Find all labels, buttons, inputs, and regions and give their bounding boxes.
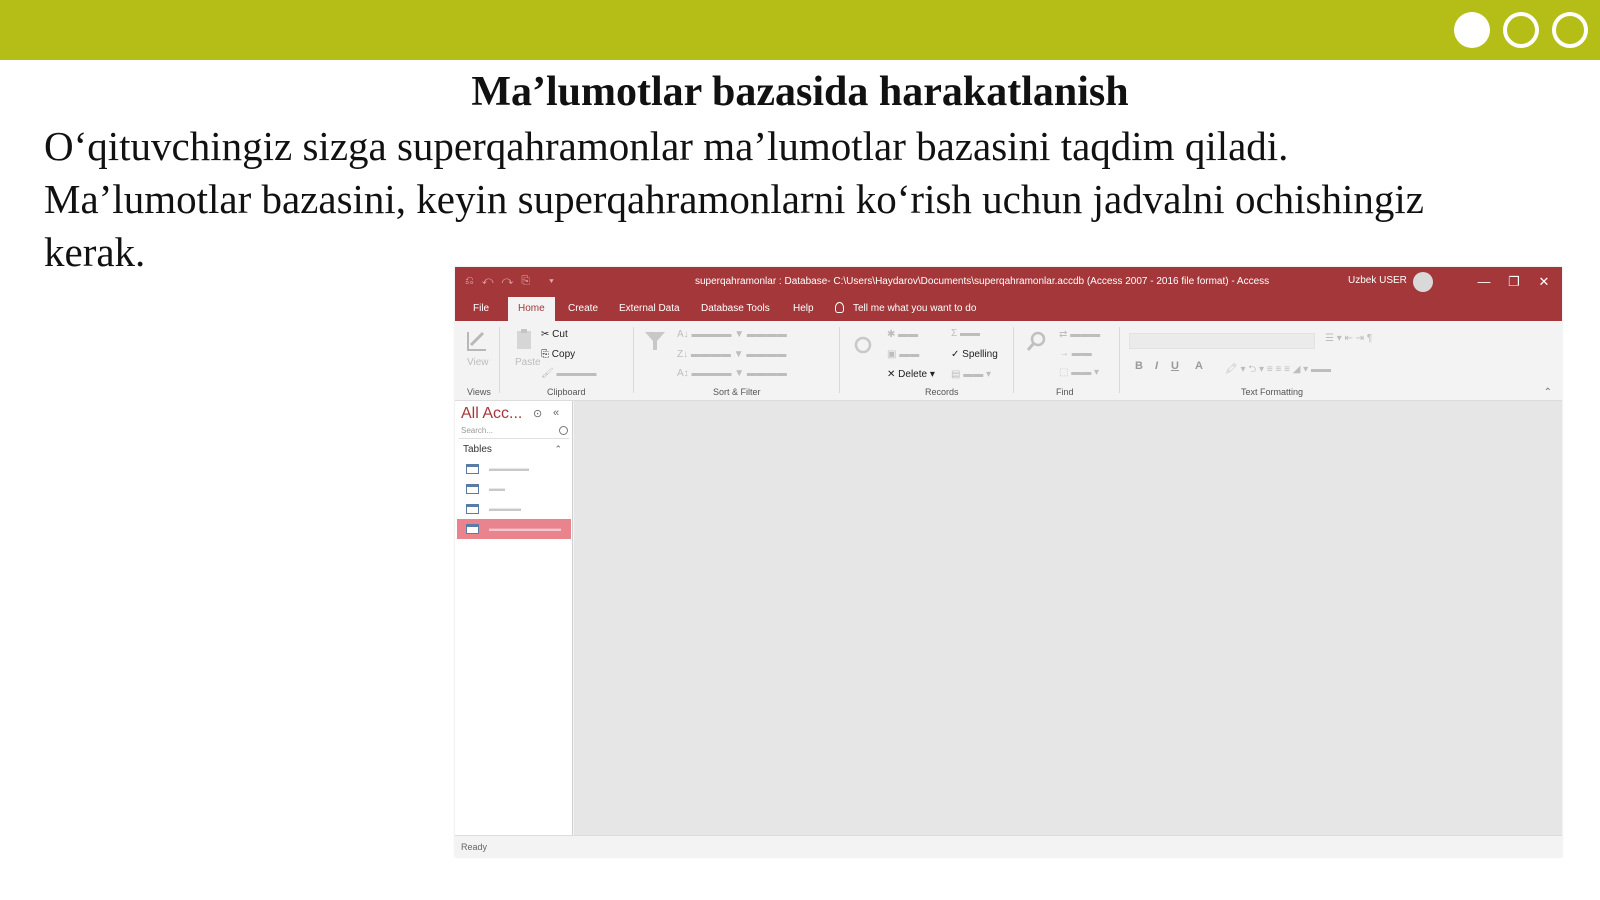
slide-indicator-dot-filled bbox=[1454, 12, 1490, 48]
chevron-up-icon[interactable]: ⌃ bbox=[554, 444, 562, 455]
save-record-button[interactable]: ▣ ▬▬ bbox=[887, 349, 919, 360]
table-icon bbox=[466, 504, 479, 514]
group-separator bbox=[1119, 327, 1120, 393]
copy-icon: ⎘ bbox=[541, 349, 549, 360]
copy-button[interactable]: ⎘ Copy bbox=[541, 349, 575, 360]
paste-button[interactable]: Paste bbox=[515, 357, 541, 368]
bold-button[interactable]: B bbox=[1135, 360, 1143, 372]
lightbulb-icon bbox=[835, 302, 844, 313]
group-separator bbox=[1013, 327, 1014, 393]
find-icon[interactable] bbox=[1025, 329, 1049, 353]
sort-filter-controls-row2[interactable]: Z↓ ▬▬▬▬ ▼ ▬▬▬▬ bbox=[677, 349, 786, 360]
more-button[interactable]: ▤ ▬▬ ▾ bbox=[951, 369, 991, 380]
slide-title: Ma’lumotlar bazasida harakatlanish bbox=[471, 69, 1129, 115]
list-item-selected[interactable]: ▬▬▬▬▬▬▬▬▬ bbox=[457, 519, 571, 539]
list-item-label-blurred: ▬▬▬▬ bbox=[489, 504, 521, 513]
access-window: ⎌↶↷⎘ ▾ superqahramonlar : Database- C:\U… bbox=[455, 267, 1562, 857]
group-label-clipboard: Clipboard bbox=[547, 387, 586, 397]
group-label-records: Records bbox=[925, 387, 959, 397]
tell-me-box[interactable]: Tell me what you want to do bbox=[835, 302, 976, 314]
group-label-find: Find bbox=[1056, 387, 1074, 397]
avatar[interactable] bbox=[1413, 272, 1433, 292]
close-icon[interactable]: ✕ bbox=[1533, 272, 1555, 292]
slide-top-bar bbox=[0, 0, 1600, 60]
delete-button[interactable]: ✕ Delete ▾ bbox=[887, 369, 935, 380]
scissors-icon: ✂ bbox=[541, 329, 550, 340]
window-title: superqahramonlar : Database- C:\Users\Ha… bbox=[695, 276, 1270, 287]
nav-pane-header[interactable]: All Acc... bbox=[461, 405, 522, 423]
paste-icon[interactable] bbox=[513, 327, 537, 351]
slide-body-text: O‘qituvchingiz sizga superqahramonlar ma… bbox=[44, 123, 1424, 275]
tab-external-data[interactable]: External Data bbox=[619, 301, 680, 321]
tell-me-text: Tell me what you want to do bbox=[853, 303, 977, 314]
ribbon: View Views Paste ✂ Cut ⎘ Copy 🖌 ▬▬▬▬ Cli… bbox=[455, 321, 1562, 401]
spelling-check-icon: ✓ bbox=[951, 349, 960, 360]
table-icon bbox=[466, 484, 479, 494]
group-separator bbox=[839, 327, 840, 393]
sort-filter-controls[interactable]: A↓ ▬▬▬▬ ▼ ▬▬▬▬ bbox=[677, 329, 787, 340]
table-icon bbox=[466, 464, 479, 474]
totals-button[interactable]: Σ ▬▬ bbox=[951, 328, 980, 339]
group-separator bbox=[499, 327, 500, 393]
group-label-text-formatting: Text Formatting bbox=[1241, 387, 1304, 397]
slide-indicator-dot-ring bbox=[1552, 12, 1588, 48]
list-item-label-blurred: ▬▬▬▬▬▬▬▬▬ bbox=[489, 524, 561, 533]
group-label-sort-filter: Sort & Filter bbox=[713, 387, 761, 397]
tab-create[interactable]: Create bbox=[568, 301, 598, 321]
delete-label: Delete bbox=[898, 369, 928, 380]
alignment-controls[interactable]: 🖍 ▾ ⮌ ▾ ≡ ≡ ≡ ◢ ▾ ▬▬ bbox=[1225, 362, 1331, 379]
navigation-pane: All Acc... ⊙ « Search... Tables ⌃ ▬▬▬▬▬ … bbox=[455, 401, 573, 835]
shutter-bar-close-icon[interactable]: « bbox=[553, 407, 559, 419]
list-item-label-blurred: ▬▬▬▬▬ bbox=[489, 464, 529, 473]
collapse-ribbon-icon[interactable]: ⌃ bbox=[1544, 387, 1552, 398]
tab-file[interactable]: File bbox=[473, 301, 489, 321]
italic-button[interactable]: I bbox=[1155, 360, 1158, 372]
spelling-button[interactable]: ✓ Spelling bbox=[951, 349, 998, 360]
tab-help[interactable]: Help bbox=[793, 301, 814, 321]
cut-button[interactable]: ✂ Cut bbox=[541, 329, 568, 340]
view-button[interactable]: View bbox=[467, 357, 489, 368]
list-item[interactable]: ▬▬▬▬ bbox=[457, 499, 571, 519]
ribbon-tabs: File Home Create External Data Database … bbox=[455, 297, 1562, 321]
font-name-dropdown[interactable] bbox=[1129, 333, 1315, 349]
status-text: Ready bbox=[461, 842, 488, 852]
minimize-icon[interactable]: — bbox=[1473, 272, 1495, 292]
sort-filter-controls-row3[interactable]: A↕ ▬▬▬▬ ▼ ▬▬▬▬ bbox=[677, 368, 787, 379]
delete-icon: ✕ bbox=[887, 369, 896, 380]
list-item[interactable]: ▬▬ bbox=[457, 479, 571, 499]
nav-search-input[interactable]: Search... bbox=[459, 423, 569, 439]
cut-label: Cut bbox=[552, 329, 568, 340]
quick-access-toolbar[interactable]: ⎌↶↷⎘ ▾ bbox=[465, 275, 562, 288]
find-controls[interactable]: ⇄ ▬▬▬ bbox=[1059, 329, 1100, 340]
spelling-label: Spelling bbox=[962, 349, 998, 360]
filter-icon[interactable] bbox=[643, 329, 667, 353]
group-label-views: Views bbox=[467, 387, 491, 397]
table-icon bbox=[466, 524, 479, 534]
view-icon[interactable] bbox=[465, 329, 489, 353]
nav-menu-icon[interactable]: ⊙ bbox=[533, 407, 542, 420]
slide-indicator-dot-ring bbox=[1503, 12, 1539, 48]
copy-label: Copy bbox=[551, 349, 576, 360]
goto-button[interactable]: → ▬▬ bbox=[1059, 348, 1092, 359]
window-titlebar: ⎌↶↷⎘ ▾ superqahramonlar : Database- C:\U… bbox=[455, 267, 1562, 297]
format-painter-button[interactable]: 🖌 ▬▬▬▬ bbox=[541, 368, 596, 379]
tab-home[interactable]: Home bbox=[508, 297, 555, 321]
list-item[interactable]: ▬▬▬▬▬ bbox=[457, 459, 571, 479]
list-item-label-blurred: ▬▬ bbox=[489, 484, 505, 493]
new-record-button[interactable]: ✱ ▬▬ bbox=[887, 329, 918, 340]
user-name[interactable]: Uzbek USER bbox=[1348, 275, 1407, 286]
font-color-button[interactable]: A bbox=[1195, 360, 1203, 372]
refresh-icon[interactable] bbox=[851, 333, 875, 357]
group-separator bbox=[633, 327, 634, 393]
search-icon[interactable] bbox=[559, 426, 568, 435]
tab-database-tools[interactable]: Database Tools bbox=[701, 301, 770, 321]
list-indent-controls[interactable]: ☰ ▾ ⇤ ⇥ ¶ bbox=[1325, 333, 1372, 344]
document-workspace bbox=[574, 401, 1562, 835]
select-button[interactable]: ⬚ ▬▬ ▾ bbox=[1059, 367, 1099, 378]
underline-button[interactable]: U bbox=[1171, 360, 1179, 372]
status-bar: Ready bbox=[455, 835, 1562, 857]
restore-icon[interactable]: ❐ bbox=[1503, 272, 1525, 292]
nav-section-tables[interactable]: Tables bbox=[463, 444, 492, 455]
